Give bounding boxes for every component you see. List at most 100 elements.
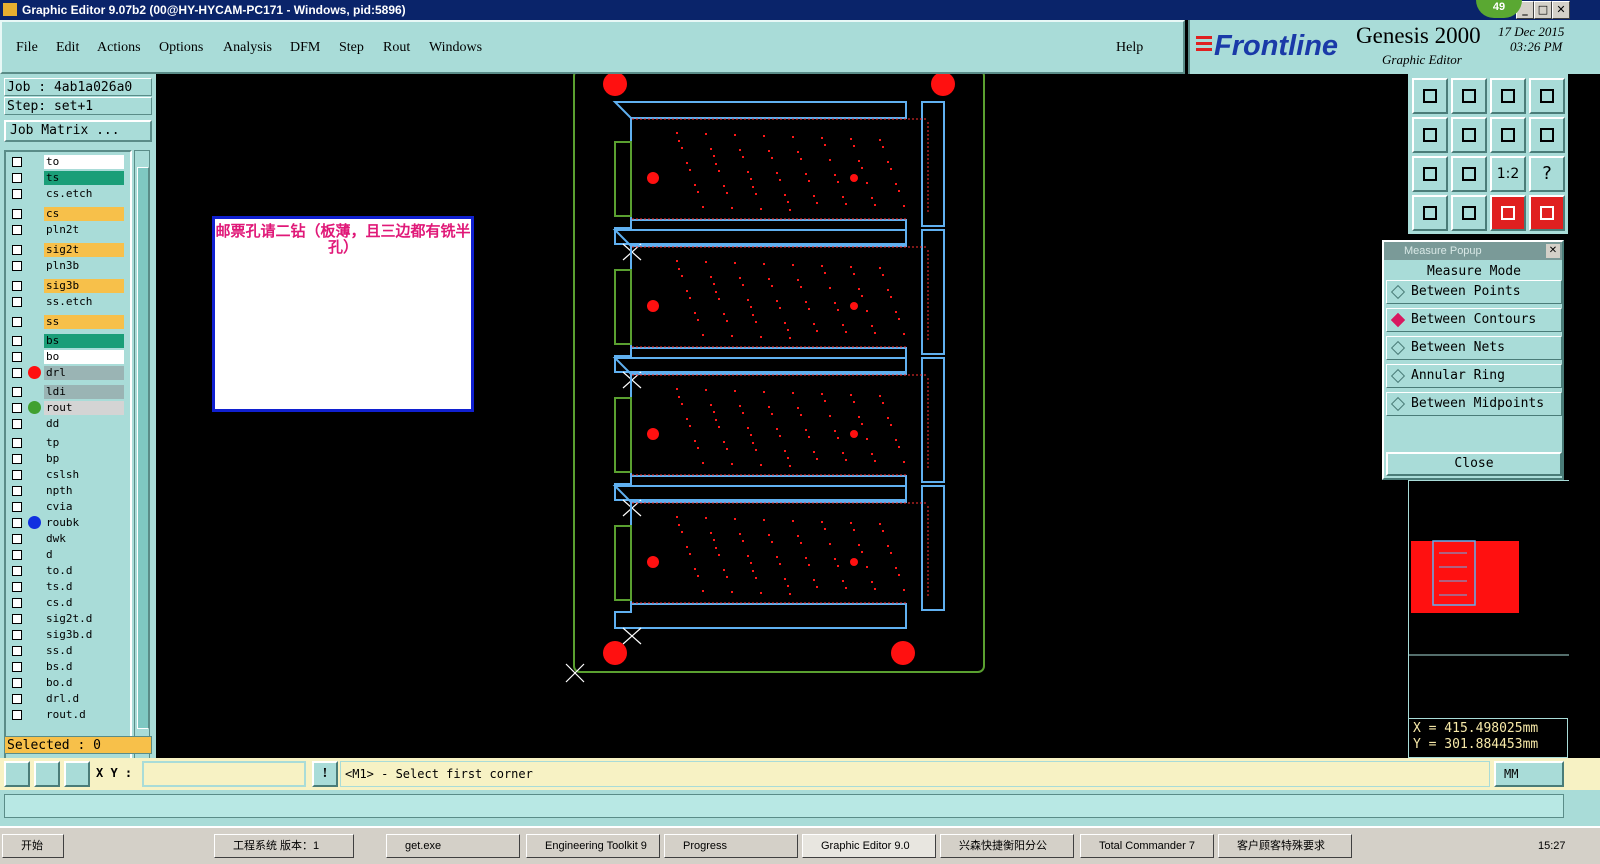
snap-icon[interactable] [1451, 195, 1487, 231]
layer-checkbox[interactable] [12, 614, 22, 624]
job-matrix-button[interactable]: Job Matrix ... [4, 120, 152, 142]
layer-scrollbar[interactable] [134, 150, 150, 806]
maximize-button[interactable]: □ [1534, 1, 1552, 19]
layer-row[interactable]: rout [8, 400, 130, 416]
layer-checkbox[interactable] [12, 387, 22, 397]
layer-row[interactable]: roubk [8, 515, 130, 531]
layer-checkbox[interactable] [12, 297, 22, 307]
alert-icon[interactable]: ! [312, 761, 338, 787]
measure-close-icon[interactable]: ✕ [1546, 244, 1560, 258]
layer-checkbox[interactable] [12, 317, 22, 327]
layer-checkbox[interactable] [12, 518, 22, 528]
layer-row[interactable]: sig2t [8, 242, 130, 258]
layer-row[interactable]: dwk [8, 531, 130, 547]
layer-row[interactable]: to.d [8, 563, 130, 579]
layer-name[interactable]: pln3b [44, 259, 124, 273]
task-xingsen[interactable]: 兴森快捷衡阳分公 [940, 834, 1074, 858]
layer-name[interactable]: bs [44, 334, 124, 348]
layer-name[interactable]: sig2t [44, 243, 124, 257]
zoom-fit-icon[interactable] [1451, 156, 1487, 192]
layer-checkbox[interactable] [12, 534, 22, 544]
layer-row[interactable]: ss.etch [8, 294, 130, 310]
command-field[interactable] [4, 794, 1564, 818]
layer-checkbox[interactable] [12, 630, 22, 640]
layer-checkbox[interactable] [12, 502, 22, 512]
layer-row[interactable]: npth [8, 483, 130, 499]
close-button[interactable]: ✕ [1552, 1, 1570, 19]
move-left-icon[interactable] [1412, 117, 1448, 153]
layer-checkbox[interactable] [12, 710, 22, 720]
layer-name[interactable]: drl.d [44, 692, 124, 706]
layer-row[interactable]: ts [8, 170, 130, 186]
menu-windows[interactable]: Windows [429, 40, 482, 56]
layer-checkbox[interactable] [12, 189, 22, 199]
layer-checkbox[interactable] [12, 336, 22, 346]
layer-row[interactable]: sig3b [8, 278, 130, 294]
layer-name[interactable]: bs.d [44, 660, 124, 674]
layer-checkbox[interactable] [12, 173, 22, 183]
layer-name[interactable]: roubk [44, 516, 124, 530]
snap-mode-icon[interactable] [4, 761, 30, 787]
layer-row[interactable]: sig3b.d [8, 627, 130, 643]
layer-checkbox[interactable] [12, 470, 22, 480]
layer-checkbox[interactable] [12, 646, 22, 656]
layer-name[interactable]: ss.d [44, 644, 124, 658]
layer-name[interactable]: ts [44, 171, 124, 185]
layer-row[interactable]: cs.etch [8, 186, 130, 202]
layer-checkbox[interactable] [12, 582, 22, 592]
zoom-back-icon[interactable] [1490, 117, 1526, 153]
menu-step[interactable]: Step [339, 40, 364, 56]
scroll-thumb[interactable] [137, 167, 149, 729]
layer-name[interactable]: bo [44, 350, 124, 364]
layer-row[interactable]: pln3b [8, 258, 130, 274]
grid-icon[interactable] [64, 761, 90, 787]
layer-name[interactable]: dwk [44, 532, 124, 546]
fit-vertical-icon[interactable] [1412, 156, 1448, 192]
layer-checkbox[interactable] [12, 261, 22, 271]
layer-row[interactable]: to [8, 154, 130, 170]
layer-row[interactable]: ldi [8, 384, 130, 400]
one-to-two-icon[interactable]: 1:2 [1490, 156, 1526, 192]
layer-checkbox[interactable] [12, 694, 22, 704]
move-up-icon[interactable] [1412, 78, 1448, 114]
layer-name[interactable]: d [44, 548, 124, 562]
layer-name[interactable]: to.d [44, 564, 124, 578]
layer-name[interactable]: cs.etch [44, 187, 124, 201]
option-between-contours[interactable]: Between Contours [1386, 308, 1562, 332]
layer-row[interactable]: dd [8, 416, 130, 432]
layer-name[interactable]: sig3b.d [44, 628, 124, 642]
layer-row[interactable]: bo.d [8, 675, 130, 691]
layer-checkbox[interactable] [12, 403, 22, 413]
layer-row[interactable]: d [8, 547, 130, 563]
move-right-icon[interactable] [1451, 117, 1487, 153]
layer-name[interactable]: dd [44, 417, 124, 431]
layer-row[interactable]: drl [8, 365, 130, 381]
layer-checkbox[interactable] [12, 550, 22, 560]
layer-name[interactable]: bo.d [44, 676, 124, 690]
measure-icon[interactable] [34, 761, 60, 787]
layer-name[interactable]: pln2t [44, 223, 124, 237]
window-icon[interactable] [1529, 78, 1565, 114]
layer-row[interactable]: ss.d [8, 643, 130, 659]
menu-file[interactable]: File [16, 40, 38, 56]
layer-checkbox[interactable] [12, 368, 22, 378]
layer-row[interactable]: cslsh [8, 467, 130, 483]
layer-row[interactable]: drl.d [8, 691, 130, 707]
layer-name[interactable]: bp [44, 452, 124, 466]
option-between-nets[interactable]: Between Nets [1386, 336, 1562, 360]
start-button[interactable]: 开始 [2, 834, 64, 858]
layer-name[interactable]: sig3b [44, 279, 124, 293]
layer-row[interactable]: cs [8, 206, 130, 222]
layer-name[interactable]: tp [44, 436, 124, 450]
layer-name[interactable]: to [44, 155, 124, 169]
menu-analysis[interactable]: Analysis [223, 40, 272, 56]
option-between-midpoints[interactable]: Between Midpoints [1386, 392, 1562, 416]
layer-name[interactable]: ts.d [44, 580, 124, 594]
layer-checkbox[interactable] [12, 438, 22, 448]
task-engineering-toolkit[interactable]: Engineering Toolkit 9 [526, 834, 660, 858]
menu-actions[interactable]: Actions [97, 40, 141, 56]
layer-name[interactable]: ss [44, 315, 124, 329]
graphic-control-icon[interactable] [1412, 195, 1448, 231]
note-box[interactable]: 邮票孔请二钻（板薄，且三边都有铣半孔） [212, 216, 474, 412]
layer-row[interactable]: bs [8, 333, 130, 349]
